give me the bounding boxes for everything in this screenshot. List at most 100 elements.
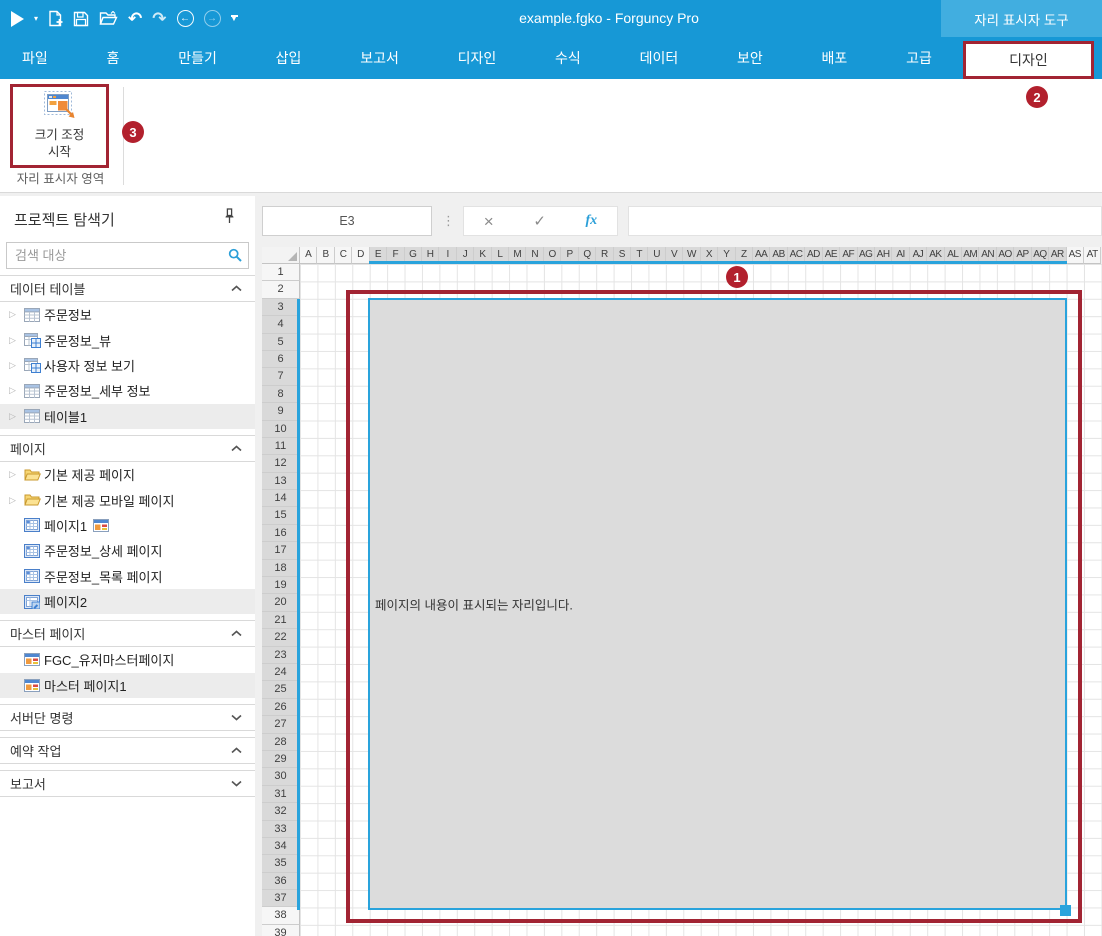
tab-보안[interactable]: 보안 xyxy=(729,48,771,68)
run-icon[interactable] xyxy=(11,11,24,27)
search-icon[interactable] xyxy=(228,248,242,267)
column-header[interactable]: D xyxy=(352,247,369,264)
open-icon[interactable] xyxy=(99,11,118,26)
expand-arrow-icon[interactable]: ▷ xyxy=(9,309,24,320)
tab-보고서[interactable]: 보고서 xyxy=(352,48,407,68)
section-header[interactable]: 데이터 테이블 xyxy=(0,275,255,302)
tab-파일[interactable]: 파일 xyxy=(14,48,56,68)
row-header[interactable]: 33 xyxy=(262,821,300,838)
section-header[interactable]: 예약 작업 xyxy=(0,737,255,764)
expand-arrow-icon[interactable]: ▷ xyxy=(9,411,24,422)
tree-item[interactable]: 주문정보_목록 페이지 xyxy=(0,564,255,589)
row-header[interactable]: 38 xyxy=(262,907,300,924)
section-header[interactable]: 페이지 xyxy=(0,435,255,462)
row-header[interactable]: 26 xyxy=(262,699,300,716)
row-header[interactable]: 17 xyxy=(262,542,300,559)
row-header[interactable]: 4 xyxy=(262,316,300,333)
row-header[interactable]: 2 xyxy=(262,281,300,298)
row-header[interactable]: 31 xyxy=(262,786,300,803)
row-header[interactable]: 11 xyxy=(262,438,300,455)
tab-데이터[interactable]: 데이터 xyxy=(632,48,687,68)
content-placeholder-area[interactable]: 페이지의 내용이 표시되는 자리입니다. xyxy=(368,298,1067,910)
row-header[interactable]: 6 xyxy=(262,351,300,368)
row-header[interactable]: 27 xyxy=(262,716,300,733)
row-header[interactable]: 23 xyxy=(262,647,300,664)
row-header[interactable]: 10 xyxy=(262,421,300,438)
tree-item[interactable]: ▷테이블1 xyxy=(0,404,255,429)
tab-삽입[interactable]: 삽입 xyxy=(268,48,310,68)
row-header[interactable]: 32 xyxy=(262,803,300,820)
insert-function-button[interactable]: fx xyxy=(586,213,598,229)
tab-홈[interactable]: 홈 xyxy=(99,48,128,68)
row-header[interactable]: 19 xyxy=(262,577,300,594)
tab-디자인[interactable]: 디자인 xyxy=(450,48,505,68)
navigate-back-icon[interactable]: ← xyxy=(177,10,194,27)
new-file-icon[interactable] xyxy=(48,10,63,27)
cell-name-box[interactable]: E3 xyxy=(262,206,432,236)
row-header[interactable]: 13 xyxy=(262,473,300,490)
tree-item[interactable]: ▷기본 제공 페이지 xyxy=(0,462,255,487)
search-input[interactable] xyxy=(6,242,249,269)
row-header[interactable]: 14 xyxy=(262,490,300,507)
tab-수식[interactable]: 수식 xyxy=(547,48,589,68)
expand-arrow-icon[interactable]: ▷ xyxy=(9,495,24,506)
tree-item[interactable]: ▷주문정보 xyxy=(0,302,255,327)
tab-design-contextual[interactable]: 디자인 xyxy=(963,41,1094,79)
tree-item[interactable]: 주문정보_상세 페이지 xyxy=(0,538,255,563)
placeholder-resize-handle[interactable] xyxy=(1060,905,1071,916)
chevron-up-icon[interactable] xyxy=(231,285,242,292)
section-header[interactable]: 서버단 명령 xyxy=(0,704,255,731)
row-header[interactable]: 34 xyxy=(262,838,300,855)
column-header[interactable]: B xyxy=(317,247,334,264)
tab-고급[interactable]: 고급 xyxy=(898,48,940,68)
chevron-down-icon[interactable] xyxy=(231,714,242,721)
run-dropdown-icon[interactable]: ▾ xyxy=(34,14,38,23)
resize-start-button[interactable]: 크기 조정 시작 xyxy=(10,84,109,168)
tree-item[interactable]: 마스터 페이지1 xyxy=(0,673,255,698)
expand-arrow-icon[interactable]: ▷ xyxy=(9,385,24,396)
row-header[interactable]: 30 xyxy=(262,768,300,785)
save-icon[interactable] xyxy=(73,11,89,27)
row-header[interactable]: 21 xyxy=(262,612,300,629)
chevron-down-icon[interactable] xyxy=(231,780,242,787)
enter-button[interactable]: ✓ xyxy=(533,214,546,229)
expand-arrow-icon[interactable]: ▷ xyxy=(9,335,24,346)
pin-icon[interactable] xyxy=(223,208,236,229)
tree-item[interactable]: 페이지2 xyxy=(0,589,255,614)
row-header[interactable]: 28 xyxy=(262,734,300,751)
row-header[interactable]: 3 xyxy=(262,299,300,316)
undo-icon[interactable]: ↶ xyxy=(128,10,142,27)
column-header[interactable]: C xyxy=(335,247,352,264)
tree-item[interactable]: FGC_유저마스터페이지 xyxy=(0,647,255,672)
section-header[interactable]: 보고서 xyxy=(0,770,255,797)
row-header[interactable]: 15 xyxy=(262,507,300,524)
navigate-forward-icon[interactable]: → xyxy=(204,10,221,27)
redo-icon[interactable]: ↷ xyxy=(152,10,166,27)
row-header[interactable]: 25 xyxy=(262,681,300,698)
row-header[interactable]: 37 xyxy=(262,890,300,907)
row-header[interactable]: 20 xyxy=(262,594,300,611)
row-header[interactable]: 29 xyxy=(262,751,300,768)
expand-arrow-icon[interactable]: ▷ xyxy=(9,469,24,480)
row-header[interactable]: 36 xyxy=(262,873,300,890)
qat-customize-icon[interactable]: ▼ xyxy=(231,15,238,22)
chevron-up-icon[interactable] xyxy=(231,747,242,754)
row-header[interactable]: 35 xyxy=(262,855,300,872)
row-header[interactable]: 16 xyxy=(262,525,300,542)
chevron-up-icon[interactable] xyxy=(231,630,242,637)
row-header[interactable]: 39 xyxy=(262,925,300,936)
row-header[interactable]: 22 xyxy=(262,629,300,646)
row-header[interactable]: 18 xyxy=(262,560,300,577)
row-header[interactable]: 8 xyxy=(262,386,300,403)
expand-arrow-icon[interactable]: ▷ xyxy=(9,360,24,371)
chevron-up-icon[interactable] xyxy=(231,445,242,452)
column-header[interactable]: AS xyxy=(1067,247,1084,264)
tree-item[interactable]: ▷주문정보_뷰 xyxy=(0,327,255,352)
tree-item[interactable]: ▷기본 제공 모바일 페이지 xyxy=(0,487,255,512)
row-header[interactable]: 24 xyxy=(262,664,300,681)
cancel-button[interactable]: × xyxy=(484,213,494,230)
tab-배포[interactable]: 배포 xyxy=(814,48,856,68)
tree-item[interactable]: ▷주문정보_세부 정보 xyxy=(0,378,255,403)
tree-item[interactable]: 페이지1 xyxy=(0,513,255,538)
tree-item[interactable]: ▷사용자 정보 보기 xyxy=(0,353,255,378)
